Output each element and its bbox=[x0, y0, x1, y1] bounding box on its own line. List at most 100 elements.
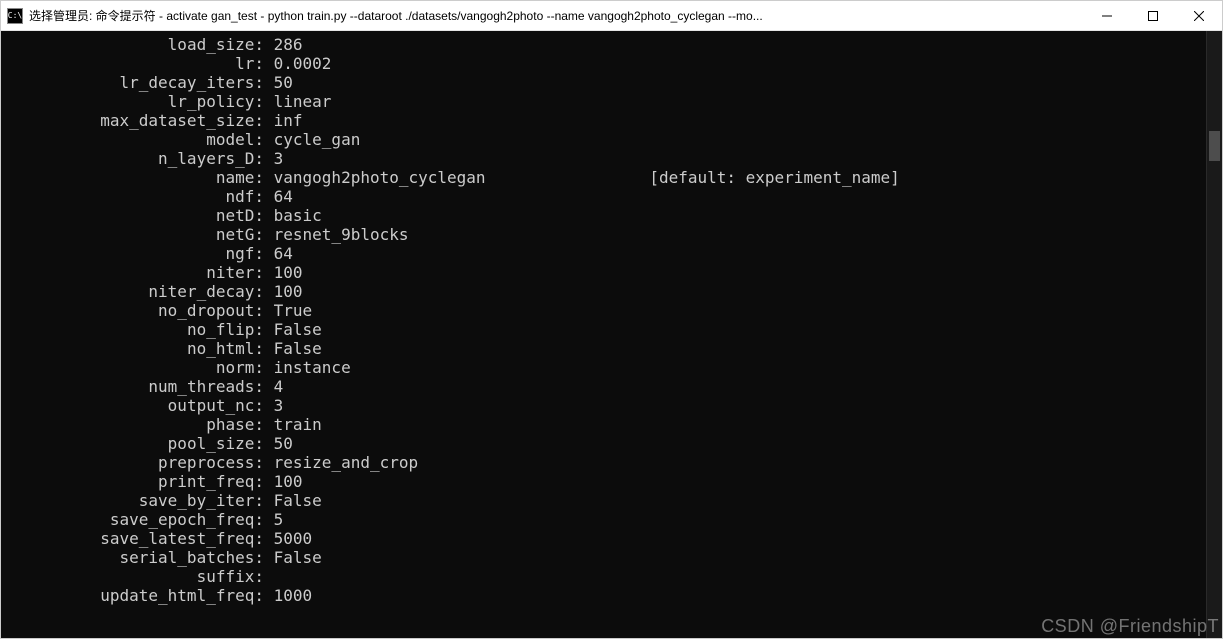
param-value: vangogh2photo_cyclegan [default: experim… bbox=[264, 168, 900, 187]
param-row: update_html_freq: 1000 bbox=[9, 586, 1198, 605]
minimize-button[interactable] bbox=[1084, 1, 1130, 30]
param-value: 286 bbox=[264, 35, 303, 54]
param-row: no_html: False bbox=[9, 339, 1198, 358]
param-value: False bbox=[264, 548, 322, 567]
param-row: num_threads: 4 bbox=[9, 377, 1198, 396]
param-row: ngf: 64 bbox=[9, 244, 1198, 263]
param-key: print_freq: bbox=[9, 472, 264, 491]
param-value: cycle_gan bbox=[264, 130, 360, 149]
param-value: False bbox=[264, 320, 322, 339]
param-row: no_flip: False bbox=[9, 320, 1198, 339]
param-key: num_threads: bbox=[9, 377, 264, 396]
param-row: norm: instance bbox=[9, 358, 1198, 377]
param-row: print_freq: 100 bbox=[9, 472, 1198, 491]
terminal-output[interactable]: load_size: 286lr: 0.0002lr_decay_iters: … bbox=[1, 31, 1206, 638]
param-row: output_nc: 3 bbox=[9, 396, 1198, 415]
minimize-icon bbox=[1102, 11, 1112, 21]
param-key: suffix: bbox=[9, 567, 264, 586]
param-key: output_nc: bbox=[9, 396, 264, 415]
param-row: lr: 0.0002 bbox=[9, 54, 1198, 73]
param-key: niter_decay: bbox=[9, 282, 264, 301]
param-row: phase: train bbox=[9, 415, 1198, 434]
param-value: resnet_9blocks bbox=[264, 225, 409, 244]
param-key: no_html: bbox=[9, 339, 264, 358]
scrollbar-track[interactable] bbox=[1206, 31, 1222, 638]
param-key: no_dropout: bbox=[9, 301, 264, 320]
param-key: name: bbox=[9, 168, 264, 187]
param-key: pool_size: bbox=[9, 434, 264, 453]
param-value: 100 bbox=[264, 472, 303, 491]
command-prompt-window: C:\ 选择管理员: 命令提示符 - activate gan_test - p… bbox=[0, 0, 1223, 639]
maximize-button[interactable] bbox=[1130, 1, 1176, 30]
param-value: 3 bbox=[264, 396, 283, 415]
param-row: niter_decay: 100 bbox=[9, 282, 1198, 301]
param-key: norm: bbox=[9, 358, 264, 377]
param-key: update_html_freq: bbox=[9, 586, 264, 605]
param-value: resize_and_crop bbox=[264, 453, 418, 472]
param-row: n_layers_D: 3 bbox=[9, 149, 1198, 168]
param-key: ngf: bbox=[9, 244, 264, 263]
param-value: 64 bbox=[264, 187, 293, 206]
param-key: save_latest_freq: bbox=[9, 529, 264, 548]
param-row: max_dataset_size: inf bbox=[9, 111, 1198, 130]
param-value: 1000 bbox=[264, 586, 312, 605]
param-row: lr_policy: linear bbox=[9, 92, 1198, 111]
param-value: 50 bbox=[264, 73, 293, 92]
param-key: save_by_iter: bbox=[9, 491, 264, 510]
window-controls bbox=[1084, 1, 1222, 30]
param-key: ndf: bbox=[9, 187, 264, 206]
param-value: 64 bbox=[264, 244, 293, 263]
param-key: niter: bbox=[9, 263, 264, 282]
param-row: save_latest_freq: 5000 bbox=[9, 529, 1198, 548]
param-row: netG: resnet_9blocks bbox=[9, 225, 1198, 244]
param-row: load_size: 286 bbox=[9, 35, 1198, 54]
param-key: phase: bbox=[9, 415, 264, 434]
param-value: basic bbox=[264, 206, 322, 225]
param-key: save_epoch_freq: bbox=[9, 510, 264, 529]
param-key: lr_policy: bbox=[9, 92, 264, 111]
param-key: netD: bbox=[9, 206, 264, 225]
param-value: 100 bbox=[264, 282, 303, 301]
app-icon: C:\ bbox=[7, 8, 23, 24]
param-row: serial_batches: False bbox=[9, 548, 1198, 567]
param-key: no_flip: bbox=[9, 320, 264, 339]
param-value: train bbox=[264, 415, 322, 434]
param-value: 5 bbox=[264, 510, 283, 529]
param-row: preprocess: resize_and_crop bbox=[9, 453, 1198, 472]
param-row: model: cycle_gan bbox=[9, 130, 1198, 149]
param-value: True bbox=[264, 301, 312, 320]
param-key: serial_batches: bbox=[9, 548, 264, 567]
param-value: False bbox=[264, 339, 322, 358]
param-row: netD: basic bbox=[9, 206, 1198, 225]
param-key: n_layers_D: bbox=[9, 149, 264, 168]
param-key: lr: bbox=[9, 54, 264, 73]
param-row: suffix: bbox=[9, 567, 1198, 586]
window-title: 选择管理员: 命令提示符 - activate gan_test - pytho… bbox=[29, 7, 1084, 24]
param-row: save_epoch_freq: 5 bbox=[9, 510, 1198, 529]
param-row: pool_size: 50 bbox=[9, 434, 1198, 453]
param-key: netG: bbox=[9, 225, 264, 244]
titlebar[interactable]: C:\ 选择管理员: 命令提示符 - activate gan_test - p… bbox=[1, 1, 1222, 31]
param-value: 3 bbox=[264, 149, 283, 168]
param-row: niter: 100 bbox=[9, 263, 1198, 282]
param-row: lr_decay_iters: 50 bbox=[9, 73, 1198, 92]
param-value: inf bbox=[264, 111, 303, 130]
param-value: linear bbox=[264, 92, 331, 111]
scrollbar-thumb[interactable] bbox=[1209, 131, 1220, 161]
param-value: False bbox=[264, 491, 322, 510]
param-key: load_size: bbox=[9, 35, 264, 54]
param-value: instance bbox=[264, 358, 351, 377]
param-row: ndf: 64 bbox=[9, 187, 1198, 206]
terminal-area: load_size: 286lr: 0.0002lr_decay_iters: … bbox=[1, 31, 1222, 638]
param-row: no_dropout: True bbox=[9, 301, 1198, 320]
param-row: name: vangogh2photo_cyclegan [default: e… bbox=[9, 168, 1198, 187]
param-key: max_dataset_size: bbox=[9, 111, 264, 130]
param-value bbox=[264, 567, 274, 586]
param-row: save_by_iter: False bbox=[9, 491, 1198, 510]
close-icon bbox=[1194, 11, 1204, 21]
maximize-icon bbox=[1148, 11, 1158, 21]
param-value: 5000 bbox=[264, 529, 312, 548]
close-button[interactable] bbox=[1176, 1, 1222, 30]
param-value: 4 bbox=[264, 377, 283, 396]
param-key: model: bbox=[9, 130, 264, 149]
